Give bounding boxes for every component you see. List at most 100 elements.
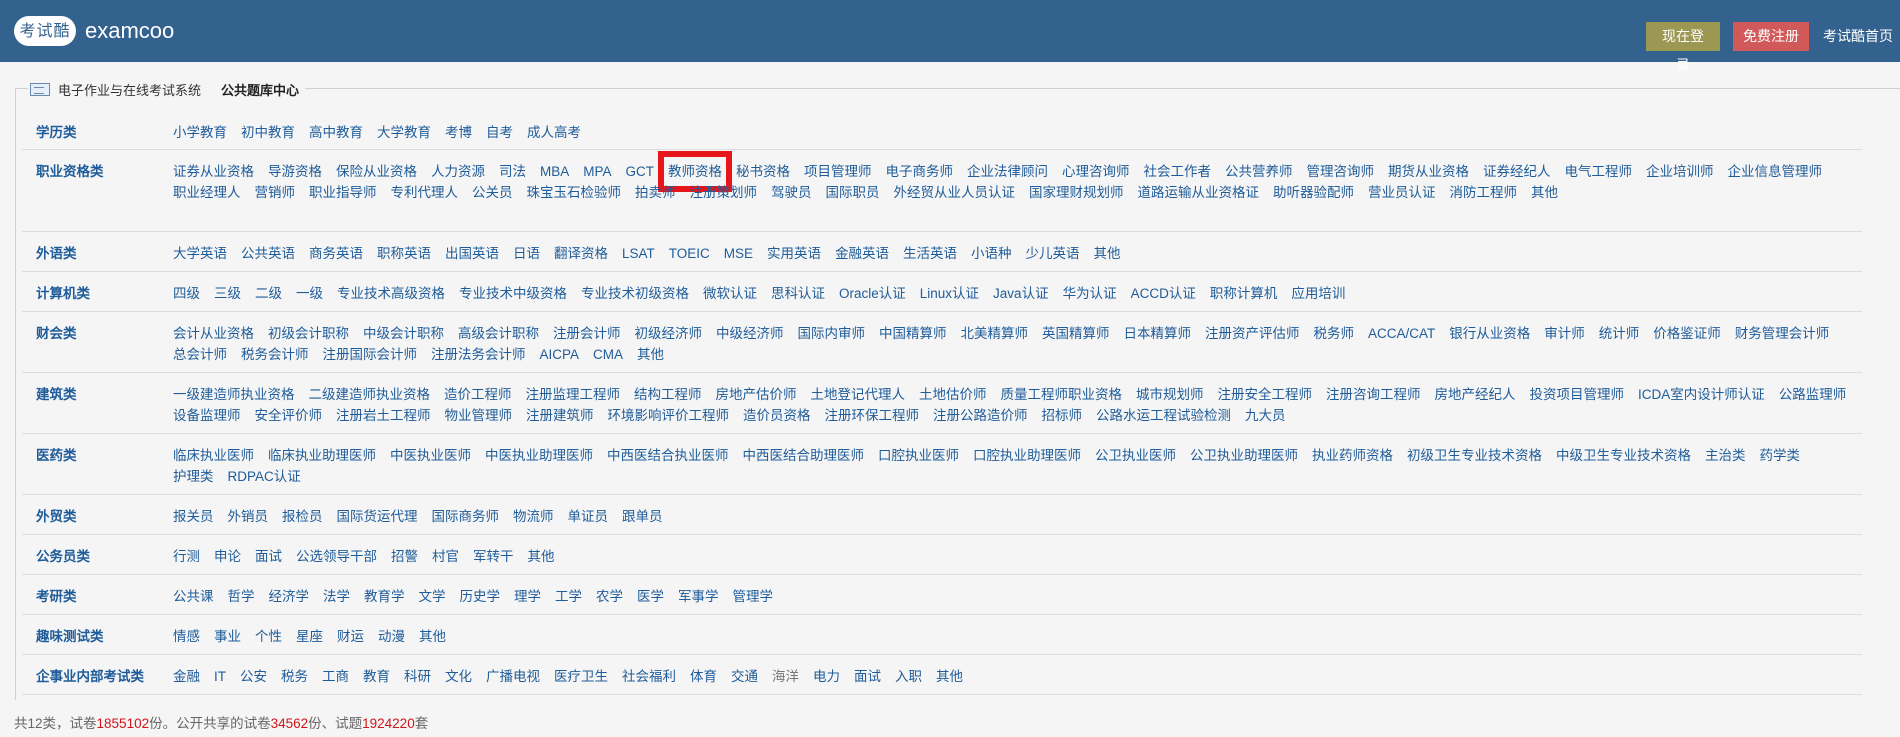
category-item-link[interactable]: 九大员 [1245,405,1286,426]
category-item-link[interactable]: 物业管理师 [445,405,513,426]
category-item-link[interactable]: ICDA室内设计师认证 [1638,384,1765,405]
category-item-link[interactable]: 大学英语 [173,243,227,264]
category-item-link[interactable]: 临床执业医师 [173,445,254,466]
category-item-link[interactable]: 社会工作者 [1144,161,1212,182]
category-item-link[interactable]: 道路运输从业资格证 [1138,182,1260,203]
category-name[interactable]: 医药类 [36,445,77,466]
category-item-link[interactable]: 环境影响评价工程师 [608,405,730,426]
category-item-link[interactable]: 文学 [419,586,446,607]
category-item-link[interactable]: 微软认证 [703,283,757,304]
category-item-link[interactable]: 临床执业助理医师 [268,445,376,466]
category-item-link[interactable]: 注册安全工程师 [1218,384,1313,405]
category-item-link[interactable]: LSAT [622,243,655,264]
category-item-link[interactable]: 公安 [240,666,267,687]
category-item-link[interactable]: 国际职员 [826,182,880,203]
category-item-link[interactable]: 理学 [514,586,541,607]
category-item-link[interactable]: 电子商务师 [886,161,954,182]
category-item-link[interactable]: 公路监理师 [1779,384,1847,405]
category-item-link[interactable]: 中国精算师 [879,323,947,344]
category-item-link[interactable]: 消防工程师 [1450,182,1518,203]
category-item-link[interactable]: 物流师 [513,506,554,527]
category-item-link[interactable]: 小学教育 [173,122,227,143]
category-item-link[interactable]: 企业信息管理师 [1728,161,1823,182]
category-item-link[interactable]: 初级经济师 [635,323,703,344]
category-item-link[interactable]: 房地产估价师 [716,384,797,405]
category-item-link[interactable]: 注册资产评估师 [1205,323,1300,344]
category-name[interactable]: 考研类 [36,586,77,607]
category-item-link[interactable]: 高级会计职称 [458,323,539,344]
category-item-link[interactable]: 助听器验配师 [1273,182,1354,203]
category-item-link[interactable]: 统计师 [1599,323,1640,344]
category-item-link[interactable]: 证券从业资格 [173,161,254,182]
category-item-link[interactable]: 应用培训 [1291,283,1345,304]
category-item-link[interactable]: 报检员 [282,506,323,527]
category-item-link[interactable]: 个性 [255,626,282,647]
category-item-link[interactable]: 教育 [363,666,390,687]
category-item-link[interactable]: 跟单员 [622,506,663,527]
category-item-link[interactable]: 拍卖师 [635,182,676,203]
category-item-link[interactable]: 商务英语 [309,243,363,264]
category-item-link[interactable]: 保险从业资格 [336,161,417,182]
category-item-link[interactable]: 驾驶员 [771,182,812,203]
category-item-link[interactable]: 医学 [637,586,664,607]
category-item-link[interactable]: 职称计算机 [1210,283,1278,304]
category-name[interactable]: 职业资格类 [36,161,104,182]
category-name[interactable]: 计算机类 [36,283,90,304]
category-item-link[interactable]: 公共英语 [241,243,295,264]
category-item-link[interactable]: 考博 [445,122,472,143]
category-item-link[interactable]: IT [214,666,226,687]
category-item-link[interactable]: 口腔执业医师 [878,445,959,466]
category-item-link[interactable]: 初级卫生专业技术资格 [1407,445,1542,466]
category-item-link[interactable]: 日本精算师 [1124,323,1192,344]
category-item-link[interactable]: 自考 [486,122,513,143]
category-item-link[interactable]: 主治类 [1705,445,1746,466]
category-item-link[interactable]: 外销员 [228,506,269,527]
category-item-link[interactable]: 专业技术中级资格 [459,283,567,304]
category-item-link[interactable]: 专业技术初级资格 [581,283,689,304]
category-item-link[interactable]: 动漫 [378,626,405,647]
category-item-link[interactable]: 出国英语 [445,243,499,264]
category-item-link[interactable]: 注册监理工程师 [526,384,621,405]
logo-icon[interactable]: 考试酷 [14,16,76,46]
category-item-link[interactable]: 中级会计职称 [363,323,444,344]
brand-name[interactable]: examcoo [85,17,174,45]
category-item-link[interactable]: 公选领导干部 [296,546,377,567]
category-item-link[interactable]: 职业指导师 [309,182,377,203]
category-item-link[interactable]: 少儿英语 [1026,243,1080,264]
category-item-link[interactable]: 一级建造师执业资格 [173,384,295,405]
category-item-link[interactable]: 设备监理师 [173,405,241,426]
home-link[interactable]: 考试酷首页 [1823,22,1893,51]
category-item-link[interactable]: 专利代理人 [391,182,459,203]
category-item-link[interactable]: 执业药师资格 [1312,445,1393,466]
category-item-link[interactable]: AICPA [540,344,580,365]
category-item-link[interactable]: 导游资格 [268,161,322,182]
category-item-link[interactable]: 营销师 [255,182,296,203]
category-item-link[interactable]: 工学 [555,586,582,607]
category-item-link[interactable]: 翻译资格 [554,243,608,264]
category-item-link[interactable]: 面试 [255,546,282,567]
category-item-link[interactable]: 二级建造师执业资格 [309,384,431,405]
category-item-link[interactable]: 土地登记代理人 [811,384,906,405]
category-item-link[interactable]: 珠宝玉石检验师 [527,182,622,203]
category-item-link[interactable]: 其他 [419,626,446,647]
category-item-link[interactable]: 经济学 [269,586,310,607]
category-item-link[interactable]: 工商 [322,666,349,687]
category-item-link[interactable]: 公卫执业医师 [1095,445,1176,466]
category-item-link[interactable]: MSE [724,243,753,264]
category-item-link[interactable]: 军转干 [473,546,514,567]
category-item-link[interactable]: 注册建筑师 [526,405,594,426]
category-item-link[interactable]: 教师资格 [658,150,733,192]
category-item-link[interactable]: 申论 [214,546,241,567]
category-item-link[interactable]: 中级经济师 [716,323,784,344]
category-item-link[interactable]: 招警 [391,546,418,567]
category-item-link[interactable]: 村官 [432,546,459,567]
category-item-link[interactable]: 入职 [895,666,922,687]
category-item-link[interactable]: 公卫执业助理医师 [1190,445,1298,466]
category-item-link[interactable]: RDPAC认证 [228,466,301,487]
category-item-link[interactable]: 国际商务师 [432,506,500,527]
category-item-link[interactable]: 税务 [281,666,308,687]
category-item-link[interactable]: 农学 [596,586,623,607]
category-item-link[interactable]: 总会计师 [173,344,227,365]
category-item-link[interactable]: 思科认证 [771,283,825,304]
category-item-link[interactable]: 注册会计师 [553,323,621,344]
